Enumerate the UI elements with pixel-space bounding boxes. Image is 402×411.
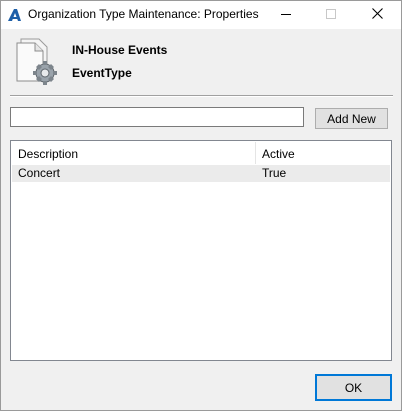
close-icon: [372, 8, 383, 22]
cell-active: True: [262, 166, 287, 180]
title-bar[interactable]: Organization Type Maintenance: Propertie…: [1, 1, 401, 29]
minimize-icon: [280, 8, 291, 22]
header-subtitle: EventType: [72, 66, 132, 80]
add-new-button[interactable]: Add New: [315, 108, 388, 129]
properties-list[interactable]: Description Active Concert True: [10, 140, 392, 361]
column-header-active[interactable]: Active: [256, 142, 390, 164]
header-title: IN-House Events: [72, 43, 168, 57]
filter-input[interactable]: [10, 107, 304, 127]
app-logo-icon: [7, 7, 23, 23]
maximize-button[interactable]: [308, 1, 353, 29]
maximize-icon: [325, 8, 336, 22]
minimize-button[interactable]: [263, 1, 308, 29]
window-title: Organization Type Maintenance: Propertie…: [28, 7, 259, 21]
column-header-description[interactable]: Description: [12, 142, 256, 164]
list-header: Description Active: [12, 142, 390, 164]
cell-description: Concert: [18, 166, 61, 180]
header-separator: [10, 95, 393, 97]
ok-button[interactable]: OK: [315, 374, 392, 401]
close-button[interactable]: [355, 1, 400, 29]
properties-window: Organization Type Maintenance: Propertie…: [0, 0, 402, 411]
document-settings-icon: [13, 37, 61, 87]
table-row[interactable]: Concert True: [12, 165, 390, 182]
